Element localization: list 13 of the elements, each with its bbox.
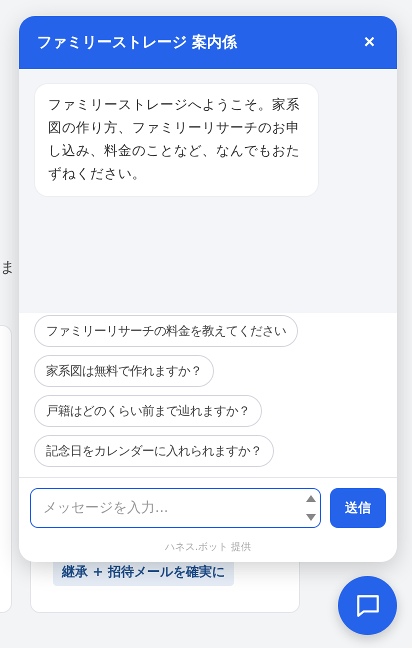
suggestion-chip[interactable]: ファミリーリサーチの料金を教えてください: [34, 315, 298, 347]
close-button[interactable]: ×: [360, 32, 379, 54]
message-input[interactable]: メッセージを入力...: [30, 488, 321, 528]
page-text: ま: [0, 258, 16, 277]
spinner-arrows-icon[interactable]: [305, 493, 317, 523]
send-button[interactable]: 送信: [330, 488, 386, 528]
powered-by-text: ハネス.ボット 提供: [164, 541, 252, 555]
suggestion-chip[interactable]: 記念日をカレンダーに入れられますか？: [34, 435, 274, 467]
chat-bubble-icon: [354, 592, 380, 618]
bot-message: ファミリーストレージへようこそ。家系図の作り方、ファミリーリサーチのお申し込み、料金のことなど、なんでもおたずねください。: [34, 83, 319, 197]
suggestion-chip[interactable]: 家系図は無料で作れますか？: [34, 355, 214, 387]
suggestion-chip[interactable]: 戸籍はどのくらい前まで辿れますか？: [34, 395, 262, 427]
chat-title: ファミリーストレージ 案内係: [37, 33, 238, 52]
